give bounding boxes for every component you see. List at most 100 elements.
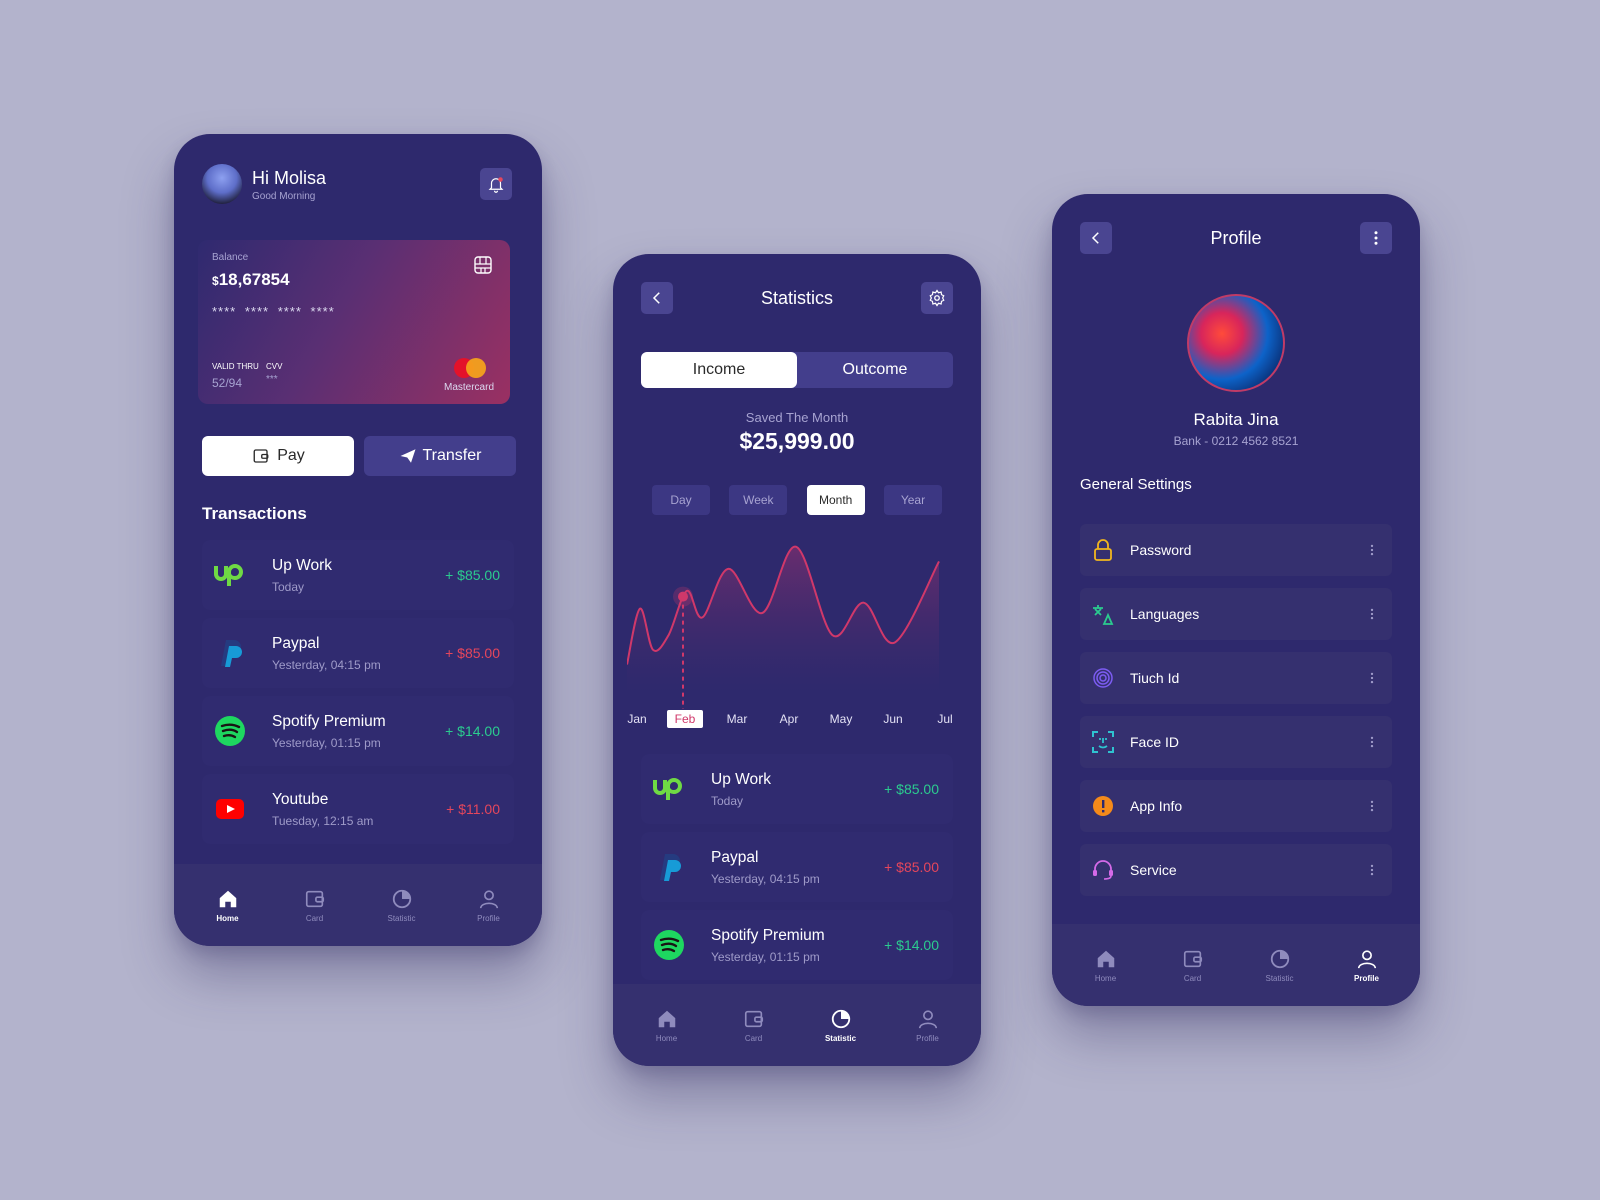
transaction-amount: + $11.00 <box>446 801 500 817</box>
notification-button[interactable] <box>480 168 512 200</box>
more-button[interactable] <box>1360 222 1392 254</box>
period-day[interactable]: Day <box>652 485 710 515</box>
saved-amount: $25,999.00 <box>739 428 855 454</box>
setting-password[interactable]: Password <box>1080 524 1392 576</box>
nav-card[interactable]: Card <box>285 888 345 923</box>
nav-card[interactable]: Card <box>724 1008 784 1043</box>
transaction-amount: + $85.00 <box>884 859 939 875</box>
nav-card[interactable]: Card <box>1163 948 1223 983</box>
more-vertical-icon[interactable] <box>1364 733 1380 751</box>
more-vertical-icon[interactable] <box>1364 669 1380 687</box>
nav-home[interactable]: Home <box>1076 948 1136 983</box>
user-avatar[interactable] <box>202 164 242 204</box>
balance-amount: 18,67854 <box>218 270 290 289</box>
transaction-info: Up Work Today <box>711 771 884 808</box>
greeting: Hi Molisa Good Morning <box>252 168 326 202</box>
transaction-row[interactable]: Paypal Yesterday, 04:15 pm + $85.00 <box>202 618 514 688</box>
transaction-row[interactable]: Spotify Premium Yesterday, 01:15 pm + $1… <box>641 910 953 980</box>
nav-label: Home <box>655 1033 678 1043</box>
nav-profile[interactable]: Profile <box>898 1008 958 1043</box>
highlight-point[interactable] <box>678 591 688 602</box>
transaction-row[interactable]: Up Work Today + $85.00 <box>641 754 953 824</box>
settings-button[interactable] <box>921 282 953 314</box>
nav-label: Card <box>305 913 324 923</box>
transaction-name: Up Work <box>711 770 772 788</box>
more-vertical-icon[interactable] <box>1364 861 1380 879</box>
face-id-icon <box>1092 731 1114 753</box>
x-tick-label[interactable]: Apr <box>780 712 799 726</box>
transaction-time: Today <box>272 579 305 594</box>
wallet-icon <box>743 1008 765 1030</box>
transaction-time: Yesterday, 04:15 pm <box>711 871 820 886</box>
nav-statistic[interactable]: Statistic <box>1250 948 1310 983</box>
translate-icon <box>1092 603 1114 625</box>
setting-languages[interactable]: Languages <box>1080 588 1392 640</box>
nav-statistic[interactable]: Statistic <box>372 888 432 923</box>
nav-home[interactable]: Home <box>637 1008 697 1043</box>
nav-profile[interactable]: Profile <box>459 888 519 923</box>
income-outcome-toggle: Income Outcome <box>641 352 953 388</box>
nav-profile[interactable]: Profile <box>1337 948 1397 983</box>
more-vertical-icon[interactable] <box>1364 605 1380 623</box>
transaction-info: Paypal Yesterday, 04:15 pm <box>272 635 445 672</box>
transaction-amount: + $85.00 <box>445 645 500 661</box>
mastercard-logo-icon <box>454 358 486 378</box>
setting-label: Service <box>1130 862 1177 878</box>
transaction-row[interactable]: Paypal Yesterday, 04:15 pm + $85.00 <box>641 832 953 902</box>
transaction-name: Up Work <box>272 556 333 574</box>
period-year[interactable]: Year <box>883 485 942 515</box>
balance-value: $18,67854 <box>212 270 290 290</box>
transaction-row[interactable]: Youtube Tuesday, 12:15 am + $11.00 <box>202 774 514 844</box>
nav-label: Profile <box>477 913 500 923</box>
transaction-name: Paypal <box>711 848 759 866</box>
profile-avatar[interactable] <box>1187 294 1285 392</box>
transaction-amount: + $14.00 <box>445 723 500 739</box>
transaction-name: Paypal <box>272 634 320 652</box>
wallet-icon <box>251 447 271 465</box>
setting-face-id[interactable]: Face ID <box>1080 716 1392 768</box>
transaction-time: Today <box>711 793 744 808</box>
transaction-info: Spotify Premium Yesterday, 01:15 pm <box>711 927 884 964</box>
period-week[interactable]: Week <box>729 485 788 515</box>
greeting-title: Hi Molisa <box>252 168 327 188</box>
period-month[interactable]: Month <box>806 485 865 515</box>
transaction-row[interactable]: Spotify Premium Yesterday, 01:15 pm + $1… <box>202 696 514 766</box>
x-tick-label[interactable]: Feb <box>675 712 696 726</box>
profile-screen: Profile Rabita Jina Bank - 0212 4562 852… <box>1052 194 1420 1006</box>
nav-home[interactable]: Home <box>198 888 258 923</box>
home-screen: Hi Molisa Good Morning Balance $18,67854… <box>174 134 542 946</box>
nav-statistic[interactable]: Statistic <box>811 1008 871 1043</box>
upwork-logo-icon <box>212 557 248 593</box>
transfer-button[interactable]: Transfer <box>364 436 516 476</box>
transaction-time: Yesterday, 01:15 pm <box>711 949 820 964</box>
card-number: **** **** **** **** <box>212 304 335 319</box>
more-vertical-icon[interactable] <box>1364 541 1380 559</box>
balance-card[interactable]: Balance $18,67854 **** **** **** **** VA… <box>198 240 510 404</box>
transaction-row[interactable]: Up Work Today + $85.00 <box>202 540 514 610</box>
x-tick-label[interactable]: Mar <box>727 712 748 726</box>
setting-tiuch-id[interactable]: Tiuch Id <box>1080 652 1392 704</box>
tab-income[interactable]: Income <box>641 352 797 388</box>
transaction-amount: + $85.00 <box>884 781 939 797</box>
nav-label: Card <box>1183 973 1202 983</box>
income-chart: Jan Feb Mar Apr May Jun Jul <box>627 545 953 728</box>
nav-label: Statistic <box>387 913 416 923</box>
x-tick-label[interactable]: Jun <box>883 712 902 726</box>
x-tick-label[interactable]: May <box>830 712 853 726</box>
profile-bank: Bank - 0212 4562 8521 <box>1173 434 1299 448</box>
balance-label: Balance <box>212 252 249 263</box>
transaction-time: Tuesday, 12:15 am <box>272 813 374 828</box>
nav-label: Home <box>216 913 239 923</box>
setting-service[interactable]: Service <box>1080 844 1392 896</box>
x-tick-label[interactable]: Jan <box>627 712 646 726</box>
card-brand: Mastercard <box>443 382 494 393</box>
paypal-logo-icon <box>651 849 687 885</box>
pay-button[interactable]: Pay <box>202 436 354 476</box>
more-vertical-icon[interactable] <box>1364 797 1380 815</box>
setting-app-info[interactable]: App Info <box>1080 780 1392 832</box>
x-tick-label[interactable]: Jul <box>937 712 952 726</box>
tab-outcome[interactable]: Outcome <box>797 352 953 388</box>
profile-name: Rabita Jina <box>1193 410 1279 429</box>
bottom-nav: Home Card Statistic Profile <box>613 984 981 1066</box>
send-icon <box>400 449 415 463</box>
